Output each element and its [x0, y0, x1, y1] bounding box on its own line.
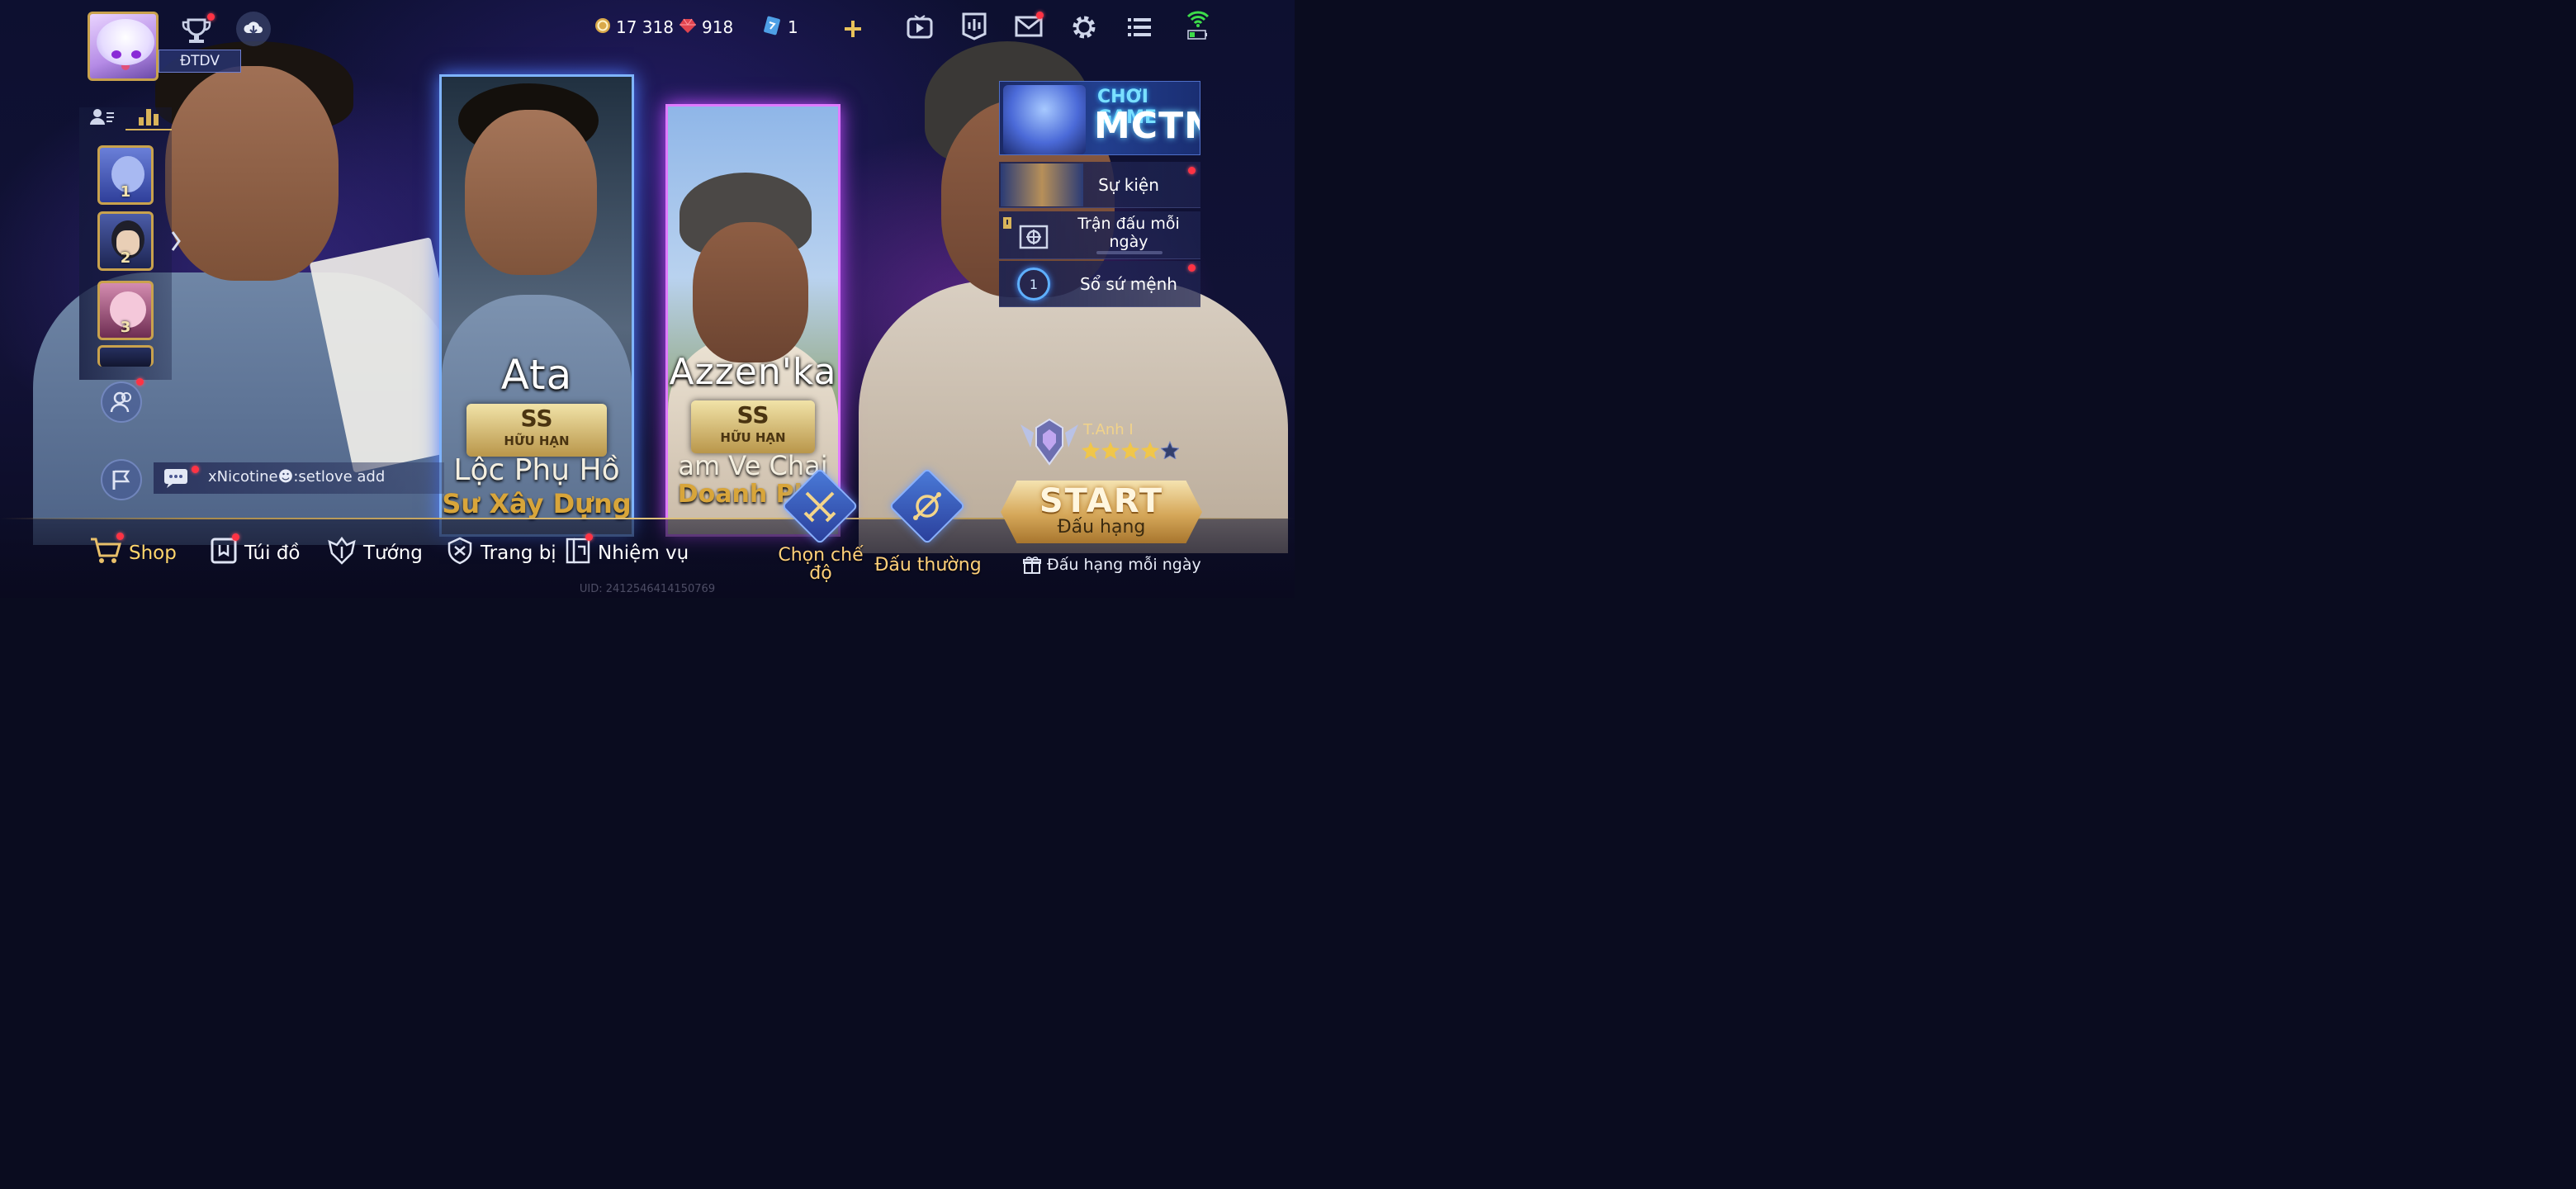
chat-bubble-icon[interactable]: [163, 468, 188, 491]
daily-match-item[interactable]: Trận đấu mỗi ngày: [999, 211, 1200, 259]
mission-book-label: Sổ sứ mệnh: [1080, 274, 1177, 294]
network-wifi-icon: [1184, 7, 1212, 43]
banner-line2: MCTN: [1094, 105, 1200, 147]
daily-ranked-link[interactable]: Đấu hạng mỗi ngày: [1022, 555, 1201, 575]
uid-text: UID: 2412546414150769: [579, 583, 716, 595]
rank-stars: [1082, 441, 1179, 459]
leaderboard-slot-2[interactable]: 2: [97, 211, 154, 271]
event-banner[interactable]: CHƠI GAME MCTN: [999, 81, 1200, 155]
chat-bar[interactable]: xNicotine☻:setlove add: [154, 462, 444, 494]
gem-amount: 918: [702, 17, 734, 37]
rank-name: T.Anh I: [1083, 421, 1134, 438]
tier-badge: SS HỮU HẠN: [691, 400, 815, 453]
shopping-cart-icon: [89, 533, 124, 571]
equipment-label: Trang bị: [481, 542, 556, 564]
gold-coin-icon: [594, 17, 611, 38]
card-name: Azzen'ka: [669, 351, 837, 393]
tier-badge: SS HỮU HẠN: [466, 404, 607, 457]
slot-rank: 1: [120, 183, 131, 201]
choose-mode-label[interactable]: Chọn chế độ: [769, 547, 872, 583]
tier-sublabel: HỮU HẠN: [504, 433, 570, 448]
bag-label: Túi đồ: [244, 542, 301, 564]
gold-amount: 17 318: [616, 17, 674, 37]
mission-scroll-icon: [565, 533, 593, 570]
slot-rank: 2: [120, 249, 131, 267]
bag-button[interactable]: Túi đồ: [210, 533, 301, 570]
star-filled-icon: [1082, 442, 1100, 459]
rank-emblem-icon: [1019, 416, 1080, 467]
bar-chart-icon: [139, 109, 159, 126]
shield-icon: [446, 537, 474, 570]
start-button[interactable]: START Đấu hạng: [1001, 481, 1202, 543]
gem-counter[interactable]: 918: [679, 15, 733, 40]
missions-button[interactable]: Nhiệm vụ: [565, 533, 689, 570]
daily-battle-icon: [1019, 225, 1049, 249]
star-filled-icon: [1141, 442, 1159, 459]
hero-helmet-icon: [327, 536, 357, 570]
normal-match-label[interactable]: Đấu thường: [874, 555, 983, 576]
ticket-icon: [763, 16, 783, 40]
leaderboard-slot-3[interactable]: 3: [97, 281, 154, 340]
mail-icon[interactable]: [1014, 12, 1044, 41]
add-currency-icon[interactable]: [841, 17, 865, 41]
tier-label: SS: [520, 405, 553, 432]
equipment-button[interactable]: Trang bị: [446, 537, 556, 570]
hero-card-ata[interactable]: Ata SS HỮU HẠN Lộc Phụ Hồ Sư Xây Dựng: [439, 74, 634, 537]
shop-label: Shop: [129, 542, 177, 564]
gift-icon: [1023, 557, 1041, 574]
ranking-banner-icon[interactable]: [959, 12, 989, 41]
missions-label: Nhiệm vụ: [598, 542, 689, 564]
normal-match-icon: [900, 479, 954, 533]
friend-request-button[interactable]: [101, 378, 144, 423]
flag-icon: [112, 470, 130, 490]
daily-match-label: Trận đấu mỗi ngày: [1077, 215, 1180, 251]
bag-icon: [210, 533, 239, 570]
tier-sublabel: HỮU HẠN: [720, 430, 786, 445]
star-filled-icon: [1101, 442, 1120, 459]
ticket-amount: 1: [788, 17, 798, 37]
heroes-label: Tướng: [363, 542, 423, 564]
battery-icon: [1187, 30, 1207, 40]
daily-ranked-label: Đấu hạng mỗi ngày: [1047, 556, 1201, 574]
leaderboard-slot-4[interactable]: [97, 345, 154, 367]
chat-message: xNicotine☻:setlove add: [208, 468, 386, 486]
shop-button[interactable]: Shop: [89, 533, 177, 571]
settings-gear-icon[interactable]: [1068, 12, 1100, 43]
card-title: Lộc Phụ Hồ: [453, 453, 620, 487]
download-icon[interactable]: [236, 12, 271, 46]
slot-rank: 3: [120, 319, 131, 336]
star-filled-icon: [1121, 442, 1139, 459]
trophy-icon[interactable]: [178, 13, 215, 50]
friends-list-icon: [90, 109, 114, 125]
star-empty-icon: [1161, 441, 1179, 459]
mission-count-icon: 1: [1017, 268, 1050, 301]
card-name: Ata: [500, 351, 573, 399]
video-icon[interactable]: [905, 12, 935, 41]
add-friend-icon: [110, 391, 131, 413]
player-avatar[interactable]: [88, 12, 159, 81]
rank-tag[interactable]: ĐTDV: [159, 50, 241, 73]
events-item[interactable]: Sự kiện: [999, 162, 1200, 208]
crossed-swords-icon: [793, 479, 847, 533]
guild-button[interactable]: [101, 459, 142, 500]
mission-book-item[interactable]: 1 Sổ sứ mệnh: [999, 261, 1200, 307]
start-sublabel: Đấu hạng: [1057, 517, 1146, 538]
heroes-button[interactable]: Tướng: [327, 536, 423, 570]
notice-icon: [1003, 217, 1011, 229]
gold-counter[interactable]: 17 318: [594, 15, 674, 40]
tier-label: SS: [736, 401, 769, 429]
tab-leaderboard[interactable]: [125, 104, 172, 130]
ruby-icon: [679, 17, 697, 39]
card-subtitle: Sư Xây Dựng: [442, 488, 632, 519]
leaderboard-slot-1[interactable]: 1: [97, 145, 154, 205]
events-label: Sự kiện: [1098, 175, 1159, 195]
tab-friends-list[interactable]: [79, 104, 125, 130]
menu-list-icon[interactable]: [1125, 13, 1154, 41]
start-label: START: [1039, 482, 1164, 520]
expand-arrow-icon[interactable]: [170, 230, 182, 253]
ticket-counter[interactable]: 1: [763, 15, 798, 40]
